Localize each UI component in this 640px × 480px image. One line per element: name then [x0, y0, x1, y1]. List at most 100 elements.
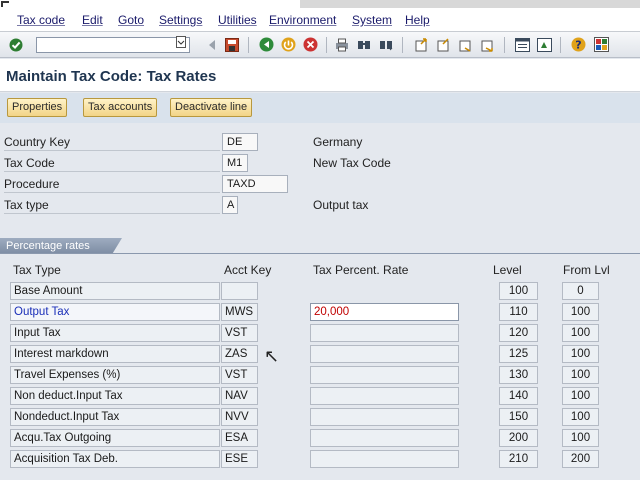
col-header-tax-type: Tax Type — [13, 263, 61, 277]
table-row: Acquisition Tax Deb. ESE 210 200 — [0, 450, 640, 469]
menu-system[interactable]: System — [352, 13, 392, 27]
procedure-label: Procedure — [4, 175, 220, 193]
table-row: Base Amount 100 0 — [0, 282, 640, 301]
new-session-icon[interactable] — [514, 37, 530, 52]
level-cell: 140 — [499, 387, 538, 405]
acct-key-cell: MWS — [221, 303, 258, 321]
level-cell: 125 — [499, 345, 538, 363]
tax-type-field[interactable]: A — [222, 196, 238, 214]
tax-rate-input[interactable]: 20,000 — [310, 303, 459, 321]
save-icon[interactable] — [224, 37, 240, 52]
table-row: Interest markdown ZAS 125 100 — [0, 345, 640, 364]
table-row: Travel Expenses (%) VST 130 100 — [0, 366, 640, 385]
level-cell: 100 — [499, 282, 538, 300]
acct-key-cell: VST — [221, 366, 258, 384]
tax-rate-input[interactable] — [310, 324, 459, 342]
tax-rate-input[interactable] — [310, 345, 459, 363]
table-row: Non deduct.Input Tax NAV 140 100 — [0, 387, 640, 406]
next-page-icon[interactable] — [458, 37, 474, 52]
tax-code-field[interactable]: M1 — [222, 154, 248, 172]
enter-icon[interactable] — [8, 37, 24, 52]
table-row: Input Tax VST 120 100 — [0, 324, 640, 343]
system-menu-icon[interactable] — [1, 1, 9, 7]
tax-code-header: Country Key DE Germany Tax Code M1 New T… — [0, 131, 640, 216]
level-cell: 120 — [499, 324, 538, 342]
tax-rate-input[interactable] — [310, 387, 459, 405]
find-icon[interactable] — [356, 37, 372, 52]
from-lvl-cell: 200 — [562, 450, 599, 468]
from-lvl-cell: 100 — [562, 429, 599, 447]
exit-icon[interactable] — [280, 37, 296, 52]
percentage-rates-section: Percentage rates Tax Type Acct Key Tax P… — [0, 238, 640, 480]
country-key-label: Country Key — [4, 133, 220, 151]
help-icon[interactable]: ? — [570, 37, 586, 52]
tax-rate-input[interactable] — [310, 408, 459, 426]
command-field-dropdown-icon[interactable] — [176, 36, 188, 48]
level-cell: 130 — [499, 366, 538, 384]
layout-menu-icon[interactable] — [593, 37, 609, 52]
tax-accounts-button[interactable]: Tax accounts — [83, 98, 158, 117]
menu-edit[interactable]: Edit — [82, 13, 103, 27]
menu-bar: Tax code Edit Goto Settings Utilities En… — [0, 0, 640, 32]
col-header-rate: Tax Percent. Rate — [313, 263, 409, 277]
back-icon[interactable] — [204, 37, 220, 52]
tax-code-description: New Tax Code — [313, 156, 391, 170]
table-row: Nondeduct.Input Tax NVV 150 100 — [0, 408, 640, 427]
tax-rate-input[interactable] — [310, 366, 459, 384]
menu-tax-code[interactable]: Tax code — [17, 13, 65, 27]
print-icon[interactable] — [334, 37, 350, 52]
section-divider — [0, 253, 640, 254]
shortcut-icon[interactable] — [536, 37, 552, 52]
menu-goto[interactable]: Goto — [118, 13, 144, 27]
properties-button[interactable]: Properties — [7, 98, 68, 117]
find-next-icon[interactable] — [378, 37, 394, 52]
tax-rate-input[interactable] — [310, 450, 459, 468]
tax-type-cell: Non deduct.Input Tax — [10, 387, 220, 405]
tax-type-cell: Output Tax — [10, 303, 220, 321]
tax-type-label: Tax type — [4, 196, 220, 214]
country-name: Germany — [313, 135, 363, 149]
level-cell: 200 — [499, 429, 538, 447]
first-page-icon[interactable] — [414, 37, 430, 52]
previous-page-icon[interactable] — [436, 37, 452, 52]
screen-title-bar: Maintain Tax Code: Tax Rates — [0, 59, 640, 92]
cancel-icon[interactable] — [302, 37, 318, 52]
tax-type-description: Output tax — [313, 198, 369, 212]
menu-help[interactable]: Help — [405, 13, 430, 27]
from-lvl-cell: 0 — [562, 282, 599, 300]
acct-key-cell: NAV — [221, 387, 258, 405]
percentage-rates-tab[interactable]: Percentage rates — [0, 238, 122, 254]
tax-type-cell: Base Amount — [10, 282, 220, 300]
from-lvl-cell: 100 — [562, 408, 599, 426]
procedure-field[interactable]: TAXD — [222, 175, 288, 193]
back-arrow-icon[interactable] — [258, 37, 274, 52]
application-toolbar: Properties Tax accounts Deactivate line — [0, 93, 640, 123]
tax-type-cell: Acqu.Tax Outgoing — [10, 429, 220, 447]
svg-text:?: ? — [575, 39, 581, 52]
level-cell: 110 — [499, 303, 538, 321]
tax-type-cell: Interest markdown — [10, 345, 220, 363]
tax-type-cell: Nondeduct.Input Tax — [10, 408, 220, 426]
title-strip — [300, 0, 640, 8]
col-header-level: Level — [493, 263, 522, 277]
menu-utilities[interactable]: Utilities — [218, 13, 257, 27]
col-header-from-lvl: From Lvl — [563, 263, 610, 277]
country-key-field[interactable]: DE — [222, 133, 258, 151]
col-header-acct-key: Acct Key — [224, 263, 272, 277]
tax-type-cell: Acquisition Tax Deb. — [10, 450, 220, 468]
last-page-icon[interactable] — [480, 37, 496, 52]
menu-environment[interactable]: Environment — [269, 13, 336, 27]
acct-key-cell: NVV — [221, 408, 258, 426]
acct-key-cell[interactable] — [221, 282, 258, 300]
page-title: Maintain Tax Code: Tax Rates — [6, 68, 217, 85]
tax-type-cell: Travel Expenses (%) — [10, 366, 220, 384]
table-row: Acqu.Tax Outgoing ESA 200 100 — [0, 429, 640, 448]
tax-code-label: Tax Code — [4, 154, 220, 172]
acct-key-cell: ESA — [221, 429, 258, 447]
standard-toolbar: ? — [0, 32, 640, 58]
menu-settings[interactable]: Settings — [159, 13, 202, 27]
from-lvl-cell: 100 — [562, 345, 599, 363]
command-field[interactable] — [36, 37, 190, 53]
tax-rate-input[interactable] — [310, 429, 459, 447]
deactivate-line-button[interactable]: Deactivate line — [170, 98, 253, 117]
